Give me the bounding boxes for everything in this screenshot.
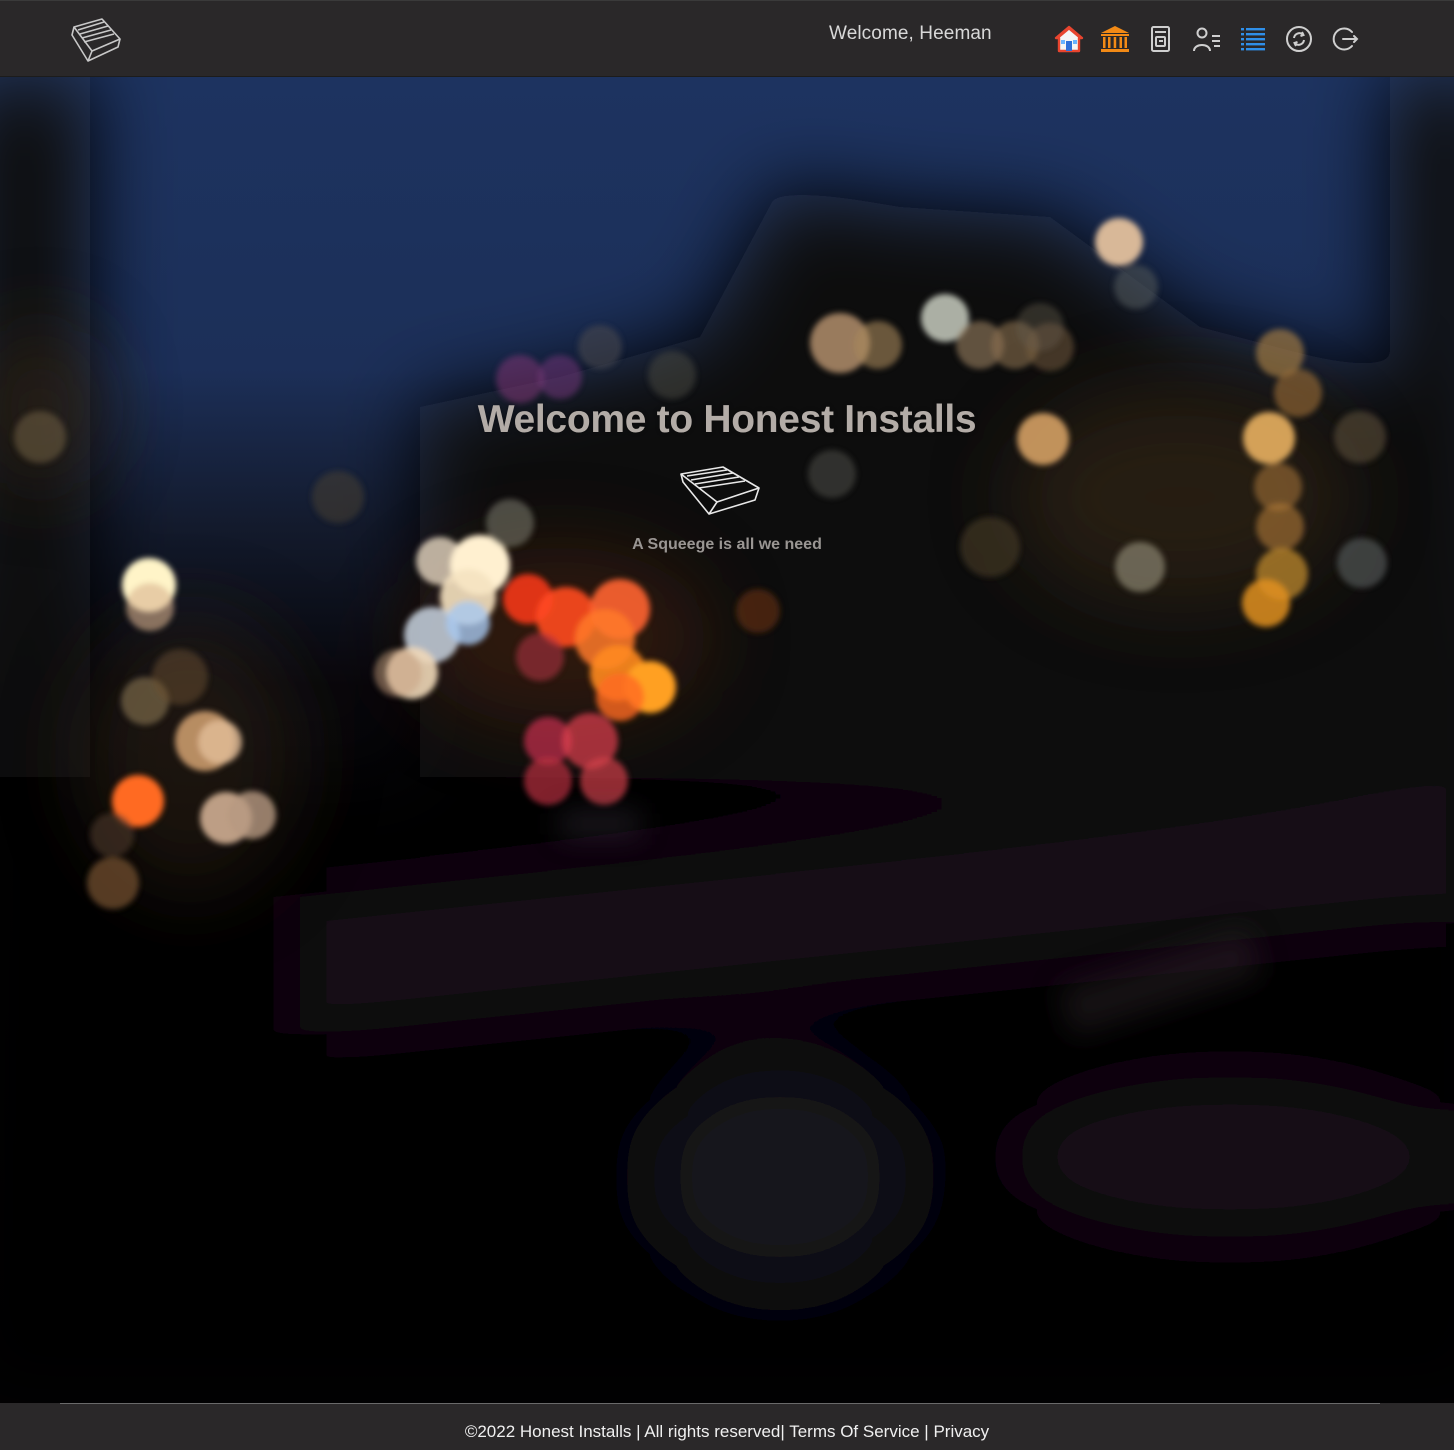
footer-separator: | [919, 1422, 934, 1441]
privacy-link[interactable]: Privacy [933, 1422, 989, 1441]
home-icon[interactable] [1054, 24, 1084, 54]
copyright-text: ©2022 Honest Installs | All rights reser… [464, 1422, 781, 1441]
hero-section: Welcome to Honest Installs A Squeege is … [0, 398, 1454, 553]
top-navbar: Welcome, Heeman [0, 0, 1454, 77]
document-icon[interactable] [1146, 24, 1176, 54]
hero-title: Welcome to Honest Installs [477, 398, 977, 441]
sync-icon[interactable] [1284, 24, 1314, 54]
squeegee-logo-icon[interactable] [68, 13, 126, 69]
city-night-bokeh [0, 77, 1454, 1403]
footer-divider [60, 1403, 1380, 1404]
welcome-user-text: Welcome, Heeman [829, 23, 992, 44]
footer: ©2022 Honest Installs | All rights reser… [0, 1403, 1454, 1450]
user-list-icon[interactable] [1192, 24, 1222, 54]
footer-separator: | [780, 1422, 790, 1441]
logout-icon[interactable] [1330, 24, 1360, 54]
list-icon[interactable] [1238, 24, 1268, 54]
terms-link[interactable]: Terms Of Service [789, 1422, 919, 1441]
background-image [0, 77, 1454, 1403]
footer-text: ©2022 Honest Installs | All rights reser… [0, 1422, 1454, 1442]
page: Welcome, Heeman Welcome to Honest Instal… [0, 0, 1454, 1450]
bank-icon[interactable] [1100, 24, 1130, 54]
squeegee-icon [677, 464, 763, 520]
hero-tagline: A Squeege is all we need [632, 536, 822, 553]
